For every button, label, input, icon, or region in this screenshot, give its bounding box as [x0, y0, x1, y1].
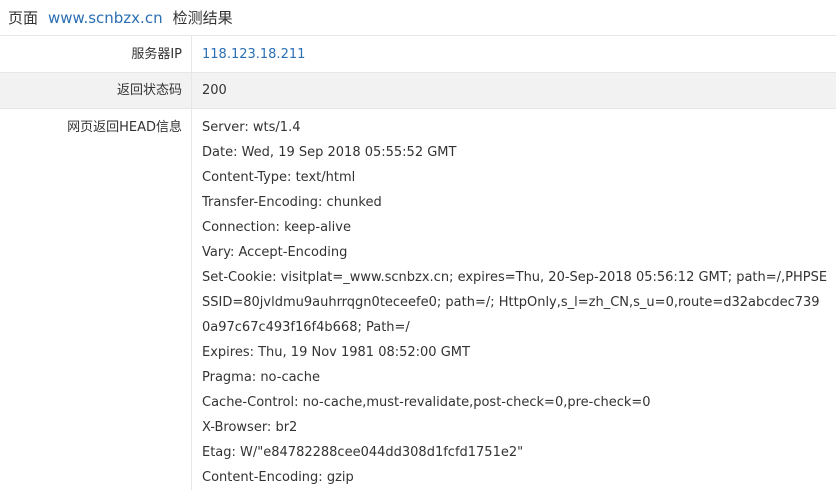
header-line: Etag: W/"e84782288cee044dd308d1fcfd1751e… — [202, 445, 524, 460]
header-line: Expires: Thu, 19 Nov 1981 08:52:00 GMT — [202, 345, 470, 360]
domain-link[interactable]: www.scnbzx.cn — [48, 9, 163, 27]
header-line: SSID=80jvldmu9auhrrqgn0teceefe0; path=/;… — [202, 295, 820, 310]
header-line: Cache-Control: no-cache,must-revalidate,… — [202, 395, 651, 410]
server-ip-row: 服务器IP 118.123.18.211 — [0, 36, 836, 73]
head-info-row: 网页返回HEAD信息 Server: wts/1.4 Date: Wed, 19… — [0, 109, 836, 490]
header-prefix: 页面 — [8, 9, 39, 27]
header-line: 0a97c67c493f16f4b668; Path=/ — [202, 320, 410, 335]
server-ip-value[interactable]: 118.123.18.211 — [192, 36, 836, 72]
header-line: Pragma: no-cache — [202, 370, 320, 385]
header-line: Date: Wed, 19 Sep 2018 05:55:52 GMT — [202, 145, 457, 160]
status-code-row: 返回状态码 200 — [0, 73, 836, 109]
header-suffix: 检测结果 — [172, 9, 233, 27]
status-code-value: 200 — [202, 83, 227, 98]
header-line: Content-Encoding: gzip — [202, 470, 354, 485]
header-line: Connection: keep-alive — [202, 220, 351, 235]
server-ip-label: 服务器IP — [0, 36, 192, 72]
header-line: X-Browser: br2 — [202, 420, 298, 435]
head-info-label: 网页返回HEAD信息 — [0, 109, 192, 490]
header-line: Set-Cookie: visitplat=_www.scnbzx.cn; ex… — [202, 270, 828, 285]
head-info-list: Server: wts/1.4 Date: Wed, 19 Sep 2018 0… — [192, 109, 836, 490]
header-line: Vary: Accept-Encoding — [202, 245, 348, 260]
status-code-label: 返回状态码 — [0, 73, 192, 108]
header-line: Content-Type: text/html — [202, 170, 356, 185]
header-line: Server: wts/1.4 — [202, 120, 301, 135]
header-line: Transfer-Encoding: chunked — [202, 195, 382, 210]
page-header: 页面 www.scnbzx.cn 检测结果 — [0, 0, 836, 36]
